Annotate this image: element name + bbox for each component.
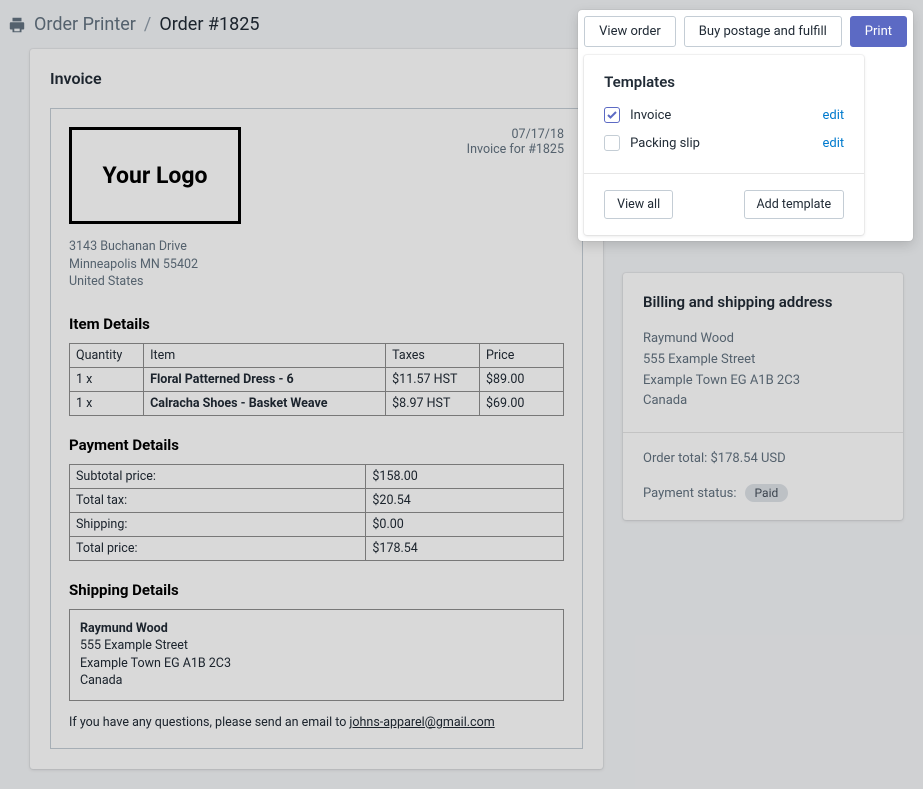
items-table: Quantity Item Taxes Price 1 xFloral Patt…	[69, 343, 564, 416]
payment-status-row: Payment status: Paid	[643, 484, 883, 502]
table-row: 1 xFloral Patterned Dress - 6$11.57 HST$…	[70, 367, 564, 391]
table-row: Shipping:$0.00	[70, 512, 564, 536]
cell-qty: 1 x	[70, 367, 144, 391]
template-row: Invoiceedit	[604, 101, 844, 129]
template-label: Packing slip	[630, 136, 822, 151]
template-label: Invoice	[630, 108, 822, 123]
template-checkbox[interactable]	[604, 135, 620, 151]
edit-template-link[interactable]: edit	[823, 136, 845, 151]
cell-price: $69.00	[480, 391, 564, 415]
shipping-box: Raymund Wood 555 Example Street Example …	[69, 609, 564, 701]
order-total-value: $178.54 USD	[710, 451, 785, 466]
invoice-card: Invoice Your Logo 07/17/18 Invoice for #…	[30, 49, 603, 769]
billing-panel: Billing and shipping address Raymund Woo…	[623, 273, 903, 520]
shop-address-line: 3143 Buchanan Drive	[69, 238, 564, 256]
table-row: Subtotal price:$158.00	[70, 464, 564, 488]
item-details-heading: Item Details	[69, 315, 564, 333]
templates-heading: Templates	[584, 55, 864, 101]
cell-taxes: $11.57 HST	[386, 367, 480, 391]
breadcrumb: Order Printer / Order #1825	[8, 14, 259, 35]
cell-taxes: $8.97 HST	[386, 391, 480, 415]
col-item: Item	[144, 343, 386, 367]
shop-address: 3143 Buchanan Drive Minneapolis MN 55402…	[69, 238, 564, 291]
breadcrumb-separator: /	[144, 14, 151, 35]
shop-address-line: Minneapolis MN 55402	[69, 256, 564, 274]
billing-line: Example Town EG A1B 2C3	[643, 371, 883, 392]
invoice-date: 07/17/18	[467, 127, 564, 142]
shop-address-line: United States	[69, 273, 564, 291]
template-row: Packing slipedit	[604, 129, 844, 157]
shipping-line: 555 Example Street	[80, 637, 553, 655]
invoice-for: Invoice for #1825	[467, 142, 564, 157]
payment-value: $158.00	[366, 464, 564, 488]
footer-email-link[interactable]: johns-apparel@gmail.com	[349, 715, 494, 730]
cell-item: Floral Patterned Dress - 6	[144, 367, 386, 391]
breadcrumb-current: Order #1825	[159, 14, 259, 35]
breadcrumb-app[interactable]: Order Printer	[34, 14, 136, 35]
printer-icon	[8, 16, 26, 34]
payment-label: Subtotal price:	[70, 464, 366, 488]
logo-placeholder: Your Logo	[69, 127, 241, 224]
billing-heading: Billing and shipping address	[643, 293, 883, 311]
cell-price: $89.00	[480, 367, 564, 391]
billing-line: Canada	[643, 391, 883, 412]
payment-label: Shipping:	[70, 512, 366, 536]
col-qty: Quantity	[70, 343, 144, 367]
payment-value: $178.54	[366, 536, 564, 560]
invoice-preview: Your Logo 07/17/18 Invoice for #1825 314…	[50, 108, 583, 749]
cell-qty: 1 x	[70, 391, 144, 415]
payment-table: Subtotal price:$158.00Total tax:$20.54Sh…	[69, 464, 564, 561]
print-button[interactable]: Print	[850, 16, 907, 47]
table-row: 1 xCalracha Shoes - Basket Weave$8.97 HS…	[70, 391, 564, 415]
order-total-row: Order total: $178.54 USD	[643, 451, 883, 466]
template-checkbox[interactable]	[604, 107, 620, 123]
footer-prefix: If you have any questions, please send a…	[69, 715, 349, 730]
cell-item: Calracha Shoes - Basket Weave	[144, 391, 386, 415]
billing-name: Raymund Wood	[643, 329, 883, 350]
edit-template-link[interactable]: edit	[823, 108, 845, 123]
order-total-label: Order total:	[643, 451, 710, 466]
payment-details-heading: Payment Details	[69, 436, 564, 454]
footer-note: If you have any questions, please send a…	[69, 715, 564, 730]
payment-value: $20.54	[366, 488, 564, 512]
shipping-line: Example Town EG A1B 2C3	[80, 655, 553, 673]
payment-label: Total tax:	[70, 488, 366, 512]
payment-value: $0.00	[366, 512, 564, 536]
add-template-button[interactable]: Add template	[744, 190, 845, 219]
table-row: Total tax:$20.54	[70, 488, 564, 512]
invoice-card-title: Invoice	[50, 69, 583, 88]
templates-panel: Templates InvoiceeditPacking slipedit Vi…	[584, 55, 864, 235]
billing-line: 555 Example Street	[643, 350, 883, 371]
view-order-button[interactable]: View order	[584, 16, 676, 47]
col-price: Price	[480, 343, 564, 367]
status-badge: Paid	[745, 484, 789, 502]
buy-postage-button[interactable]: Buy postage and fulfill	[684, 16, 842, 47]
col-taxes: Taxes	[386, 343, 480, 367]
shipping-details-heading: Shipping Details	[69, 581, 564, 599]
payment-label: Total price:	[70, 536, 366, 560]
shipping-name: Raymund Wood	[80, 620, 553, 638]
payment-status-label: Payment status:	[643, 486, 737, 501]
view-all-button[interactable]: View all	[604, 190, 673, 219]
shipping-line: Canada	[80, 672, 553, 690]
table-row: Total price:$178.54	[70, 536, 564, 560]
